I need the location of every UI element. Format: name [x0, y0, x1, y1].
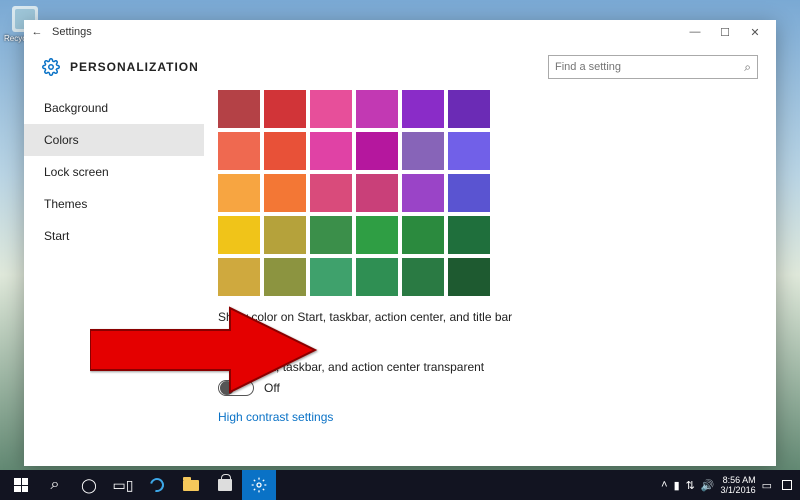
- show-desktop-button[interactable]: [782, 480, 792, 490]
- start-button[interactable]: [4, 470, 38, 500]
- color-swatch[interactable]: [264, 174, 306, 212]
- sidebar-item-colors[interactable]: Colors: [24, 124, 204, 156]
- color-swatch[interactable]: [218, 174, 260, 212]
- color-swatch[interactable]: [402, 90, 444, 128]
- show-color-toggle[interactable]: [218, 330, 254, 346]
- color-swatch[interactable]: [402, 132, 444, 170]
- file-explorer-icon[interactable]: [174, 470, 208, 500]
- color-swatch-grid: [218, 90, 762, 296]
- color-swatch[interactable]: [218, 216, 260, 254]
- color-swatch[interactable]: [264, 90, 306, 128]
- sidebar-item-background[interactable]: Background: [24, 92, 204, 124]
- maximize-button[interactable]: ☐: [710, 26, 740, 39]
- color-swatch[interactable]: [402, 174, 444, 212]
- color-swatch[interactable]: [356, 174, 398, 212]
- window-title: Settings: [52, 26, 92, 38]
- transparent-state: Off: [264, 381, 280, 395]
- color-swatch[interactable]: [264, 132, 306, 170]
- sidebar: Background Colors Lock screen Themes Sta…: [24, 90, 204, 466]
- color-swatch[interactable]: [448, 174, 490, 212]
- color-swatch[interactable]: [448, 216, 490, 254]
- color-swatch[interactable]: [402, 258, 444, 296]
- tray-up-icon[interactable]: ˄: [661, 479, 667, 491]
- color-swatch[interactable]: [310, 90, 352, 128]
- back-button[interactable]: ←: [30, 26, 44, 38]
- color-swatch[interactable]: [264, 258, 306, 296]
- notifications-icon[interactable]: ▭: [762, 479, 772, 492]
- settings-taskbar-icon[interactable]: [242, 470, 276, 500]
- taskview-icon[interactable]: ▭▯: [106, 470, 140, 500]
- system-tray: ˄ ▮ ⇅ 🔊 8:56 AM 3/1/2016 ▭: [661, 475, 796, 495]
- color-swatch[interactable]: [448, 90, 490, 128]
- color-swatch[interactable]: [356, 216, 398, 254]
- transparent-label: Make Start, taskbar, and action center t…: [218, 360, 762, 374]
- transparent-toggle[interactable]: [218, 380, 254, 396]
- color-swatch[interactable]: [448, 258, 490, 296]
- color-swatch[interactable]: [218, 90, 260, 128]
- color-swatch[interactable]: [310, 132, 352, 170]
- cortana-icon[interactable]: ◯: [72, 470, 106, 500]
- color-swatch[interactable]: [218, 258, 260, 296]
- sidebar-item-lockscreen[interactable]: Lock screen: [24, 156, 204, 188]
- color-swatch[interactable]: [310, 258, 352, 296]
- sidebar-item-themes[interactable]: Themes: [24, 188, 204, 220]
- network-icon[interactable]: ⇅: [686, 479, 695, 492]
- clock-time: 8:56 AM: [721, 475, 756, 485]
- minimize-button[interactable]: —: [680, 26, 710, 38]
- content-pane: Show color on Start, taskbar, action cen…: [204, 90, 776, 466]
- page-title: PERSONALIZATION: [70, 60, 199, 74]
- search-input[interactable]: [555, 61, 744, 73]
- taskbar-search-icon[interactable]: ⌕: [38, 470, 72, 500]
- color-swatch[interactable]: [310, 174, 352, 212]
- volume-icon[interactable]: 🔊: [701, 479, 715, 492]
- color-swatch[interactable]: [218, 132, 260, 170]
- clock[interactable]: 8:56 AM 3/1/2016: [721, 475, 756, 495]
- color-swatch[interactable]: [448, 132, 490, 170]
- show-color-label: Show color on Start, taskbar, action cen…: [218, 310, 762, 324]
- battery-icon[interactable]: ▮: [674, 479, 680, 492]
- color-swatch[interactable]: [356, 258, 398, 296]
- color-swatch[interactable]: [264, 216, 306, 254]
- settings-window: ← Settings — ☐ ✕ PERSONALIZATION ⌕ Backg…: [24, 20, 776, 466]
- color-swatch[interactable]: [356, 90, 398, 128]
- color-swatch[interactable]: [356, 132, 398, 170]
- taskbar: ⌕ ◯ ▭▯ ˄ ▮ ⇅ 🔊 8:56 AM 3/1/2016 ▭: [0, 470, 800, 500]
- show-color-state: On: [264, 331, 280, 345]
- close-button[interactable]: ✕: [740, 26, 770, 39]
- search-box[interactable]: ⌕: [548, 55, 758, 79]
- header: PERSONALIZATION ⌕: [24, 44, 776, 90]
- edge-icon[interactable]: [140, 470, 174, 500]
- sidebar-item-start[interactable]: Start: [24, 220, 204, 252]
- high-contrast-link[interactable]: High contrast settings: [218, 410, 333, 424]
- color-swatch[interactable]: [402, 216, 444, 254]
- gear-icon: [42, 58, 60, 76]
- store-icon[interactable]: [208, 470, 242, 500]
- titlebar: ← Settings — ☐ ✕: [24, 20, 776, 44]
- search-icon: ⌕: [744, 60, 751, 75]
- color-swatch[interactable]: [310, 216, 352, 254]
- clock-date: 3/1/2016: [721, 485, 756, 495]
